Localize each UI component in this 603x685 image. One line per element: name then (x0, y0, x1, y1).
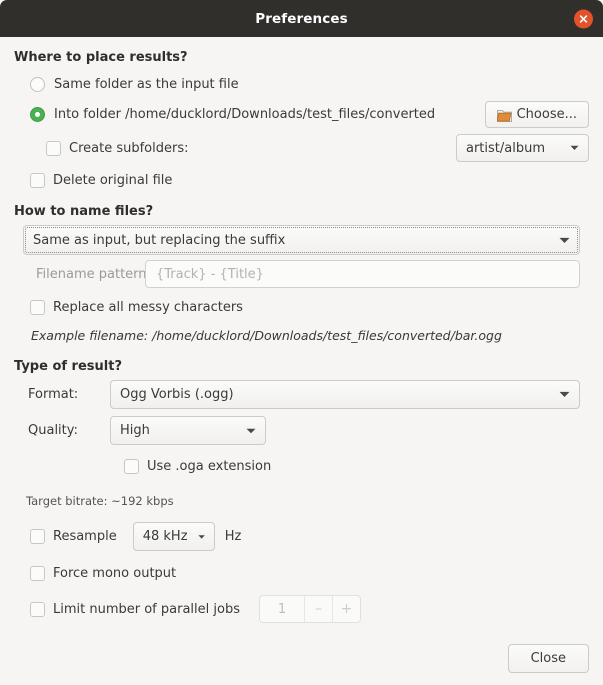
example-filename-path: /home/ducklord/Downloads/test_files/conv… (152, 327, 502, 343)
resample-rate-value: 48 kHz (142, 529, 188, 544)
parallel-jobs-spinner[interactable]: 1 – + (258, 595, 361, 623)
radio-row-into-folder[interactable]: Into folder /home/ducklord/Downloads/tes… (14, 101, 589, 128)
chevron-down-icon (570, 145, 579, 150)
chevron-down-icon (559, 391, 570, 397)
quality-row: Quality: High (14, 416, 589, 445)
parallel-jobs-value[interactable]: 1 (260, 596, 304, 622)
force-mono-label: Force mono output (53, 565, 177, 581)
checkbox-row-create-subfolders[interactable]: Create subfolders: artist/album (14, 134, 589, 162)
checkbox-row-use-oga[interactable]: Use .oga extension (14, 453, 589, 479)
radio-same-folder[interactable] (30, 76, 45, 92)
checkbox-use-oga[interactable] (124, 458, 139, 474)
close-window-button[interactable] (574, 9, 593, 28)
limit-jobs-row[interactable]: Limit number of parallel jobs 1 – + (14, 595, 589, 623)
hz-label: Hz (224, 529, 242, 544)
subfolder-pattern-value: artist/album (466, 140, 546, 156)
radio-into-folder[interactable] (30, 107, 45, 122)
checkbox-row-delete-original[interactable]: Delete original file (14, 167, 589, 193)
quality-value: High (120, 423, 150, 438)
filename-pattern-input[interactable]: {Track} - {Title} (145, 260, 580, 288)
radio-into-folder-label: Into folder /home/ducklord/Downloads/tes… (54, 107, 436, 122)
window-title: Preferences (255, 10, 348, 27)
use-oga-label: Use .oga extension (147, 458, 272, 474)
preferences-dialog: Where to place results? Same folder as t… (0, 37, 603, 685)
quality-label: Quality: (28, 423, 78, 438)
limit-jobs-label: Limit number of parallel jobs (53, 601, 240, 617)
checkbox-delete-original[interactable] (30, 172, 45, 188)
close-dialog-button[interactable]: Close (507, 644, 589, 673)
naming-heading: How to name files? (14, 204, 154, 219)
filename-pattern-row: Filename pattern: {Track} - {Title} (14, 260, 589, 288)
dialog-footer: Close (507, 644, 589, 673)
filename-pattern-label: Filename pattern: (36, 266, 151, 282)
resample-label: Resample (53, 529, 117, 544)
chevron-down-icon (197, 534, 205, 539)
delete-original-label: Delete original file (53, 172, 173, 188)
replace-messy-label: Replace all messy characters (53, 299, 243, 315)
resample-rate-combo[interactable]: 48 kHz (132, 522, 215, 551)
radio-row-same-folder[interactable]: Same folder as the input file (14, 71, 589, 97)
format-row: Format: Ogg Vorbis (.ogg) (14, 380, 589, 409)
bitrate-hint-row: Target bitrate: ~192 kbps (14, 488, 589, 514)
checkbox-create-subfolders[interactable] (46, 140, 61, 156)
close-icon (579, 14, 588, 23)
choose-folder-label: Choose... (516, 107, 577, 122)
naming-scheme-value: Same as input, but replacing the suffix (33, 232, 286, 248)
checkbox-replace-messy[interactable] (30, 299, 45, 315)
choose-folder-button[interactable]: Choose... (484, 101, 589, 128)
format-label: Format: (28, 387, 79, 402)
checkbox-resample[interactable] (30, 529, 45, 544)
result-heading: Type of result? (14, 359, 122, 374)
parallel-jobs-decrement[interactable]: – (303, 596, 332, 622)
subfolder-pattern-combo[interactable]: artist/album (456, 134, 589, 162)
resample-row[interactable]: Resample 48 kHz Hz (14, 522, 589, 551)
checkbox-limit-jobs[interactable] (30, 601, 45, 617)
bitrate-hint: Target bitrate: ~192 kbps (26, 494, 174, 508)
checkbox-row-replace-messy[interactable]: Replace all messy characters (14, 294, 589, 320)
quality-combo[interactable]: High (110, 416, 266, 445)
example-filename-label: Example filename: (31, 327, 149, 343)
checkbox-row-force-mono[interactable]: Force mono output (14, 560, 589, 586)
window-titlebar: Preferences (0, 0, 603, 37)
radio-same-folder-label: Same folder as the input file (54, 76, 239, 92)
checkbox-force-mono[interactable] (30, 565, 45, 581)
create-subfolders-label: Create subfolders: (69, 140, 189, 156)
parallel-jobs-increment[interactable]: + (331, 596, 360, 622)
format-value: Ogg Vorbis (.ogg) (120, 387, 234, 402)
chevron-down-icon (246, 428, 256, 433)
folder-icon (496, 109, 512, 122)
naming-scheme-row: Same as input, but replacing the suffix (14, 225, 589, 255)
chevron-down-icon (559, 237, 570, 243)
naming-scheme-combo[interactable]: Same as input, but replacing the suffix (23, 225, 580, 255)
example-filename-row: Example filename: /home/ducklord/Downloa… (14, 322, 589, 348)
format-combo[interactable]: Ogg Vorbis (.ogg) (110, 380, 580, 409)
where-heading: Where to place results? (14, 50, 188, 65)
